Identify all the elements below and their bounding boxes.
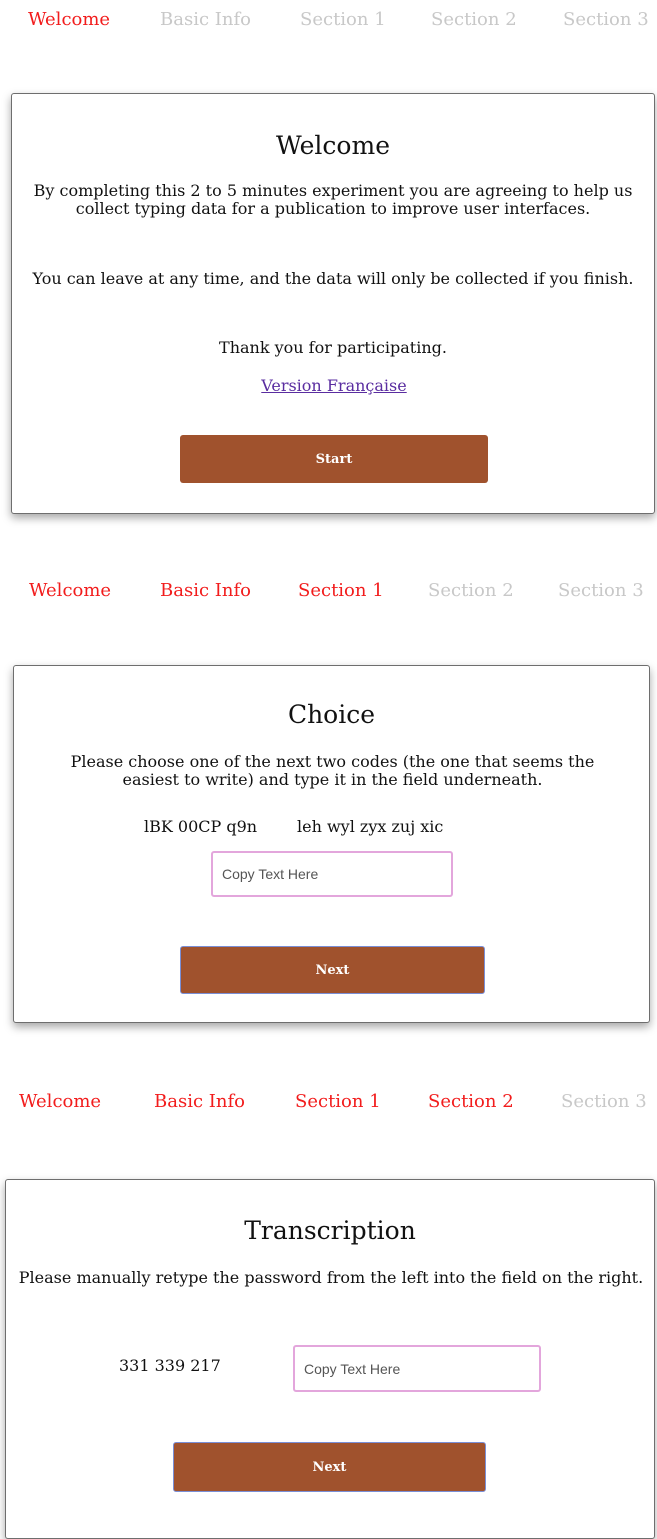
nav-item-section-1[interactable]: Section 1 (300, 8, 386, 32)
nav-item-basic-info[interactable]: Basic Info (154, 1090, 245, 1114)
transcription-input[interactable] (293, 1345, 541, 1392)
code-option-1: lBK 00CP q9n (144, 817, 258, 836)
nav-item-basic-info[interactable]: Basic Info (160, 8, 251, 32)
nav-item-section-2[interactable]: Section 2 (431, 8, 517, 32)
nav-item-section-3[interactable]: Section 3 (563, 8, 649, 32)
welcome-title: Welcome (275, 131, 390, 160)
transcription-instructions: Please manually retype the password from… (18, 1268, 644, 1287)
choice-instructions: Please choose one of the next two codes … (70, 752, 595, 789)
transcription-next-button[interactable]: Next (173, 1442, 486, 1492)
nav-item-section-3[interactable]: Section 3 (561, 1090, 647, 1114)
welcome-card: Welcome By completing this 2 to 5 minute… (11, 93, 655, 514)
password-to-retype: 331 339 217 (119, 1356, 221, 1375)
nav-item-welcome[interactable]: Welcome (28, 8, 110, 32)
welcome-paragraph-thanks: Thank you for participating. (219, 338, 447, 357)
welcome-paragraph-leave: You can leave at any time, and the data … (32, 269, 634, 288)
progress-nav-3: Welcome Basic Info Section 1 Section 2 S… (0, 1090, 657, 1120)
start-button[interactable]: Start (180, 435, 488, 483)
nav-item-section-2[interactable]: Section 2 (428, 1090, 514, 1114)
nav-item-welcome[interactable]: Welcome (29, 579, 111, 603)
nav-item-section-3[interactable]: Section 3 (558, 579, 644, 603)
welcome-paragraph-consent: By completing this 2 to 5 minutes experi… (33, 181, 633, 218)
transcription-card: Transcription Please manually retype the… (5, 1179, 655, 1539)
transcription-title: Transcription (244, 1216, 416, 1245)
code-option-2: leh wyl zyx zuj xic (297, 817, 444, 836)
choice-code-input[interactable] (211, 851, 453, 897)
nav-item-section-1[interactable]: Section 1 (298, 579, 384, 603)
nav-item-section-1[interactable]: Section 1 (295, 1090, 381, 1114)
french-version-link[interactable]: Version Française (12, 376, 656, 396)
choice-title: Choice (287, 700, 376, 729)
choice-card: Choice Please choose one of the next two… (13, 665, 650, 1023)
progress-nav-1: Welcome Basic Info Section 1 Section 2 S… (0, 8, 657, 38)
progress-nav-2: Welcome Basic Info Section 1 Section 2 S… (0, 579, 657, 609)
nav-item-section-2[interactable]: Section 2 (428, 579, 514, 603)
choice-next-button[interactable]: Next (180, 946, 485, 994)
nav-item-welcome[interactable]: Welcome (19, 1090, 101, 1114)
nav-item-basic-info[interactable]: Basic Info (160, 579, 251, 603)
